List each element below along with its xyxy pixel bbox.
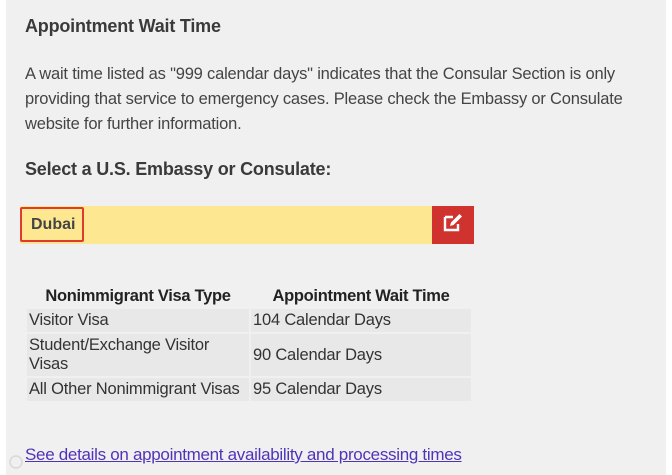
visa-type-cell: All Other Nonimmigrant Visas (27, 378, 249, 401)
visa-type-cell: Visitor Visa (27, 309, 249, 332)
wait-time-cell: 95 Calendar Days (251, 378, 471, 401)
visa-type-cell: Student/Exchange Visitor Visas (27, 334, 249, 376)
table-row: All Other Nonimmigrant Visas 95 Calendar… (27, 378, 471, 401)
wait-time-cell: 104 Calendar Days (251, 309, 471, 332)
selected-post[interactable]: Dubai (20, 207, 84, 242)
appointment-details-link[interactable]: See details on appointment availability … (25, 445, 462, 465)
edit-icon (442, 213, 464, 238)
panel-title: Appointment Wait Time (25, 16, 221, 36)
post-selector[interactable] (20, 206, 474, 244)
panel-description: A wait time listed as "999 calendar days… (25, 65, 623, 133)
watermark-logo (9, 455, 23, 472)
edit-post-button[interactable] (432, 206, 474, 244)
select-post-label: Select a U.S. Embassy or Consulate: (25, 159, 332, 179)
column-header-wait-time: Appointment Wait Time (272, 287, 450, 305)
wait-time-panel: Appointment Wait Time A wait time listed… (6, 0, 666, 475)
table-row: Student/Exchange Visitor Visas 90 Calend… (27, 334, 471, 376)
column-header-visa-type: Nonimmigrant Visa Type (45, 287, 231, 305)
wait-time-table: Nonimmigrant Visa Type Appointment Wait … (25, 284, 473, 403)
table-row: Visitor Visa 104 Calendar Days (27, 309, 471, 332)
wait-time-cell: 90 Calendar Days (251, 334, 471, 376)
